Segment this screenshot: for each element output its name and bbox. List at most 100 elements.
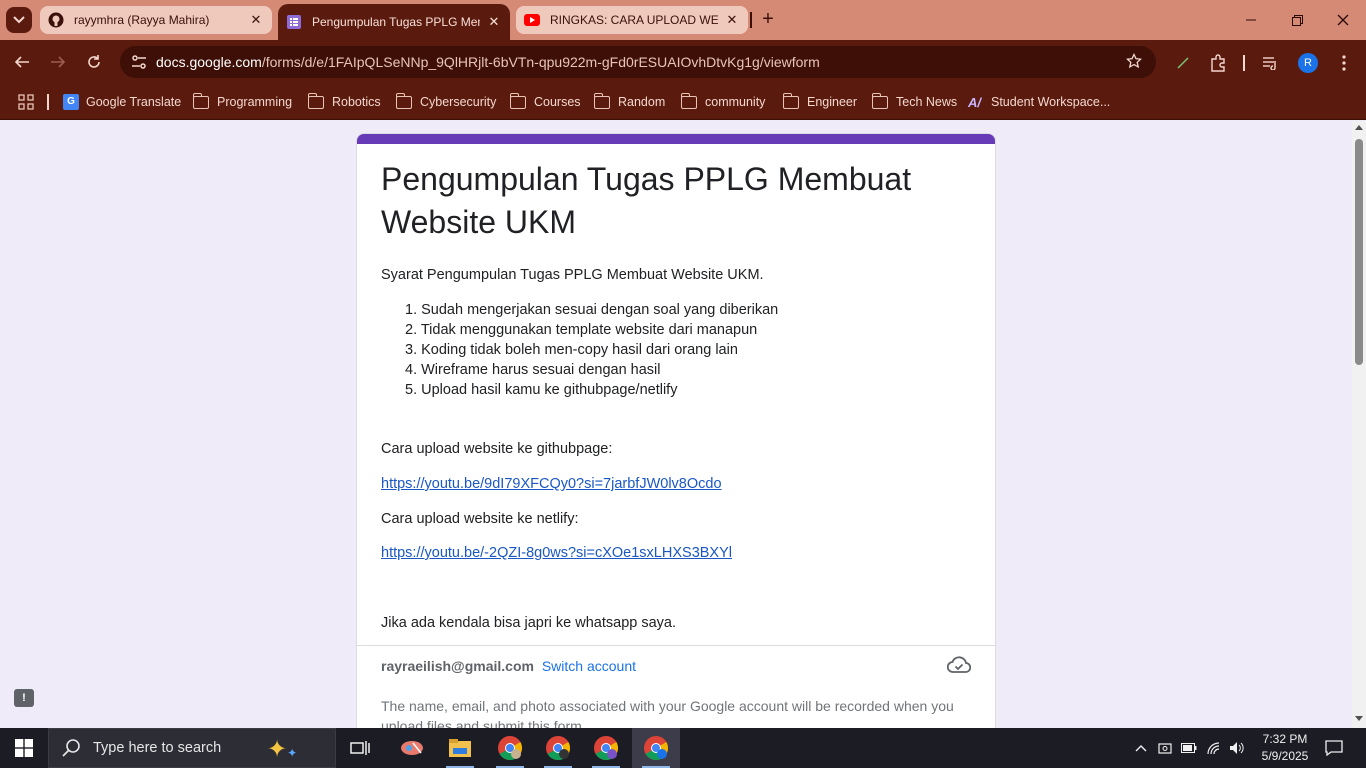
close-window-button[interactable] <box>1320 0 1366 40</box>
forward-button[interactable] <box>46 50 70 74</box>
minimize-button[interactable] <box>1228 0 1274 40</box>
url-text: docs.google.com/forms/d/e/1FAIpQLSeNNp_9… <box>156 54 820 70</box>
bookmark-folder-community[interactable]: community <box>680 92 765 112</box>
restore-button[interactable] <box>1274 0 1320 40</box>
tab-strip: rayymhra (Rayya Mahira) ✕ Pengumpulan Tu… <box>0 0 1366 40</box>
tab-title: RINGKAS: CARA UPLOAD WEBSITE <box>550 13 718 27</box>
taskbar-app-chrome-1[interactable] <box>486 728 534 768</box>
bookmark-label: Random <box>618 95 666 109</box>
folder-icon <box>782 92 799 109</box>
taskbar-app-chrome-4[interactable] <box>632 728 680 768</box>
bookmark-star-icon[interactable] <box>1125 52 1143 74</box>
volume-icon[interactable] <box>1226 728 1248 768</box>
scrollbar-thumb[interactable] <box>1355 139 1363 365</box>
media-controls-icon[interactable] <box>1260 52 1282 74</box>
folder-icon <box>192 92 209 109</box>
bookmark-label: Tech News <box>896 95 958 109</box>
bookmark-folder-engineer[interactable]: Engineer <box>782 92 857 112</box>
snipping-tool-icon <box>401 741 423 755</box>
bookmark-student-workspace[interactable]: A/ Student Workspace... <box>968 92 1110 112</box>
chrome-icon <box>498 736 523 761</box>
pen-extension-icon[interactable] <box>1172 52 1194 74</box>
meet-now-icon[interactable] <box>1154 728 1176 768</box>
tab-google-form[interactable]: Pengumpulan Tugas PPLG Membuat Website U… <box>278 4 510 40</box>
browser-toolbar: docs.google.com/forms/d/e/1FAIpQLSeNNp_9… <box>0 40 1366 84</box>
address-bar[interactable]: docs.google.com/forms/d/e/1FAIpQLSeNNp_9… <box>120 46 1156 78</box>
chrome-icon <box>644 736 669 761</box>
form-title: Pengumpulan Tugas PPLG Membuat Website U… <box>381 161 912 240</box>
new-tab-button[interactable]: + <box>755 8 781 32</box>
netlify-tutorial-link[interactable]: https://youtu.be/-2QZI-8g0ws?si=cXOe1sxL… <box>381 543 732 563</box>
back-button[interactable] <box>10 50 34 74</box>
notifications-button[interactable] <box>1318 728 1350 768</box>
close-icon[interactable]: ✕ <box>724 12 740 28</box>
reload-button[interactable] <box>82 50 106 74</box>
tab-youtube[interactable]: RINGKAS: CARA UPLOAD WEBSITE ✕ <box>516 6 748 34</box>
cloud-saved-icon <box>946 656 972 679</box>
extensions-puzzle-icon[interactable] <box>1207 52 1229 74</box>
reload-icon <box>88 55 100 68</box>
notification-icon <box>1325 740 1343 756</box>
search-icon <box>62 739 80 757</box>
site-settings-icon[interactable] <box>122 55 156 69</box>
taskbar-clock[interactable]: 7:32 PM 5/9/2025 <box>1252 731 1318 765</box>
tab-github[interactable]: rayymhra (Rayya Mahira) ✕ <box>40 6 272 34</box>
tab-title: rayymhra (Rayya Mahira) <box>74 13 210 27</box>
url-host: docs.google.com <box>156 54 262 70</box>
bookmarks-bar: G Google Translate Programming Robotics … <box>0 84 1366 120</box>
network-icon[interactable] <box>1202 728 1226 768</box>
minimize-icon <box>1246 19 1256 21</box>
tab-search-button[interactable] <box>6 7 32 33</box>
youtube-icon <box>524 12 540 28</box>
tab-separator <box>750 12 752 28</box>
chrome-icon <box>546 736 571 761</box>
taskbar-app-chrome-3[interactable] <box>582 728 630 768</box>
folder-icon <box>395 92 412 109</box>
taskbar-app-file-explorer[interactable] <box>436 728 484 768</box>
taskbar-search-box[interactable]: Type here to search ✦✦ <box>48 728 336 768</box>
list-item: 5. Upload hasil kamu ke githubpage/netli… <box>405 382 678 398</box>
profile-avatar[interactable]: R <box>1298 53 1318 73</box>
scroll-up-arrow-icon[interactable] <box>1355 125 1363 130</box>
back-arrow-icon <box>14 56 29 68</box>
githubpage-tutorial-link[interactable]: https://youtu.be/9dI79XFCQy0?si=7jarbfJW… <box>381 474 722 494</box>
taskbar-app-snipping[interactable] <box>388 728 436 768</box>
list-item: 3. Koding tidak boleh men-copy hasil dar… <box>405 342 738 358</box>
report-feedback-icon[interactable]: ! <box>14 689 34 707</box>
browser-menu-icon[interactable] <box>1333 52 1355 74</box>
bookmark-folder-courses[interactable]: Courses <box>509 92 581 112</box>
toolbar-separator <box>1243 55 1245 71</box>
folder-icon <box>871 92 888 109</box>
task-view-button[interactable] <box>336 728 384 768</box>
bookmark-label: Courses <box>534 95 581 109</box>
start-button[interactable] <box>0 728 48 768</box>
battery-icon[interactable] <box>1178 728 1200 768</box>
bookmark-label: Programming <box>217 95 293 109</box>
form-accent-bar <box>357 134 995 144</box>
bookmark-label: Robotics <box>332 95 381 109</box>
close-icon[interactable]: ✕ <box>248 12 264 28</box>
task-view-icon <box>350 741 370 755</box>
taskbar-app-chrome-2[interactable] <box>534 728 582 768</box>
bookmark-folder-tech-news[interactable]: Tech News <box>871 92 958 112</box>
show-hidden-icons-button[interactable] <box>1130 728 1152 768</box>
bookmark-google-translate[interactable]: G Google Translate <box>63 92 181 112</box>
clock-date: 5/9/2025 <box>1261 749 1309 763</box>
apps-grid-icon[interactable] <box>18 92 34 112</box>
folder-icon <box>593 92 610 109</box>
scroll-down-arrow-icon[interactable] <box>1355 716 1363 721</box>
switch-account-link[interactable]: Switch account <box>542 658 636 674</box>
file-explorer-icon <box>449 739 471 757</box>
list-item: 2. Tidak menggunakan template website da… <box>405 322 758 338</box>
folder-icon <box>509 92 526 109</box>
bookmark-folder-programming[interactable]: Programming <box>192 92 293 112</box>
windows-taskbar: Type here to search ✦✦ 7:32 PM 5/9/2025 <box>0 728 1366 768</box>
github-icon <box>48 12 64 28</box>
divider <box>357 645 995 646</box>
bookmark-folder-cybersecurity[interactable]: Cybersecurity <box>395 92 496 112</box>
bookmark-folder-robotics[interactable]: Robotics <box>307 92 381 112</box>
bookmark-folder-random[interactable]: Random <box>593 92 666 112</box>
close-icon[interactable]: ✕ <box>486 14 502 30</box>
restore-icon <box>1291 14 1303 26</box>
page-scrollbar[interactable] <box>1352 121 1366 728</box>
